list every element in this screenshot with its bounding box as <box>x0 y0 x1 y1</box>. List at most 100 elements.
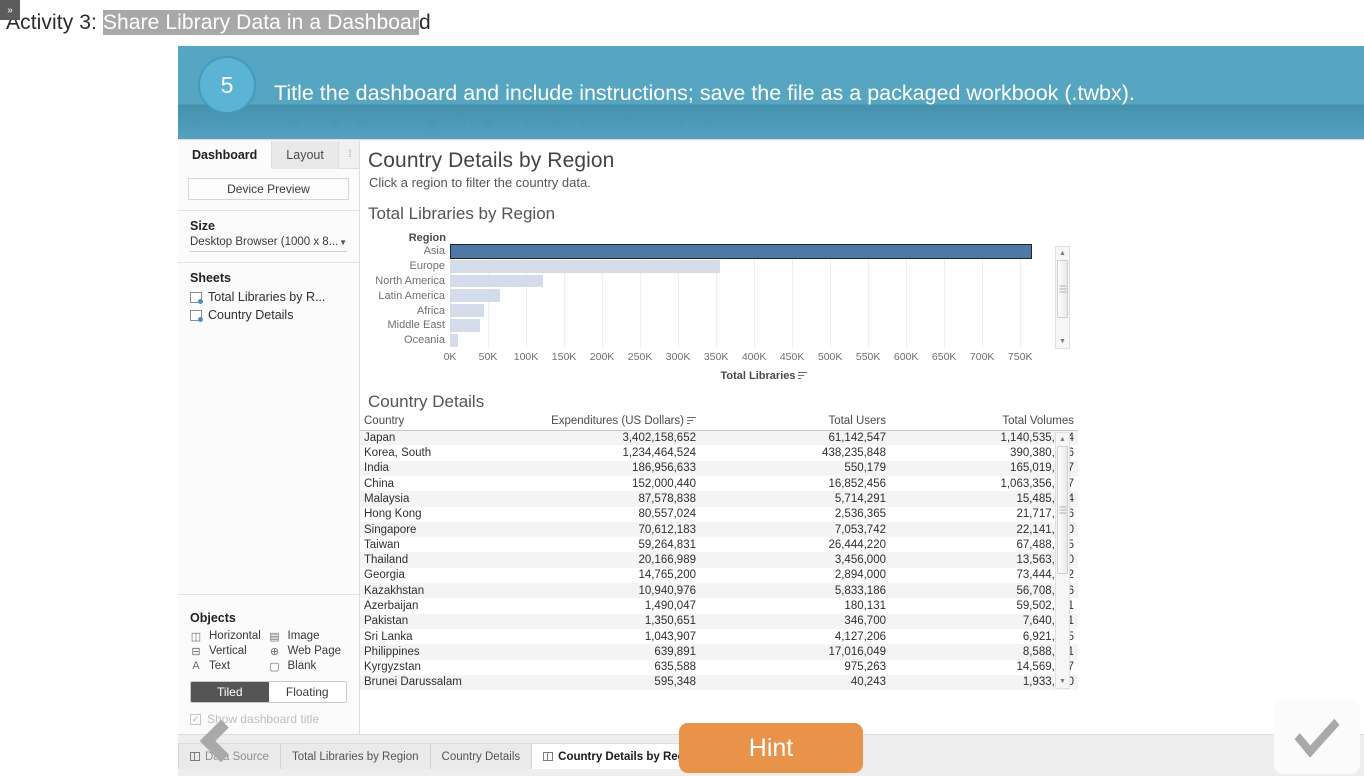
cell-value: 59,502,341 <box>890 598 1078 613</box>
previous-step-button[interactable] <box>188 710 246 772</box>
table-row[interactable]: Thailand20,166,9893,456,00013,563,180 <box>360 552 1078 567</box>
table-row[interactable]: Malaysia87,578,8385,714,29115,485,584 <box>360 491 1078 506</box>
chart-bar-row[interactable]: Oceania <box>360 333 1078 348</box>
sheet-item-total-libraries[interactable]: Total Libraries by R... <box>178 288 359 306</box>
object-web-page[interactable]: ⊕ Web Page <box>269 645 348 657</box>
table-row[interactable]: Taiwan59,264,83126,444,22067,488,825 <box>360 537 1078 552</box>
size-select[interactable]: Desktop Browser (1000 x 8... ▼ <box>190 236 347 252</box>
chart-bar-label[interactable]: Europe <box>360 260 450 272</box>
column-header-expenditures[interactable]: Expenditures (US Dollars) <box>510 414 700 431</box>
chart-bar[interactable] <box>450 319 480 332</box>
scrollbar-track[interactable] <box>1056 260 1069 335</box>
column-header-total-users[interactable]: Total Users <box>700 414 890 431</box>
tab-country-details[interactable]: Country Details <box>431 743 533 769</box>
cell-value: 6,921,395 <box>890 629 1078 644</box>
table-row[interactable]: Brunei Darussalam595,34840,2431,933,400 <box>360 675 1078 690</box>
table-row[interactable]: Kyrgyzstan635,588975,26314,569,327 <box>360 660 1078 675</box>
activity-title-tail: d <box>419 11 431 34</box>
column-header-country[interactable]: Country <box>360 414 510 431</box>
table-row[interactable]: India186,956,633550,179165,019,177 <box>360 461 1078 476</box>
chart-bar[interactable] <box>450 260 720 273</box>
object-vertical[interactable]: ⊟ Vertical <box>190 645 269 657</box>
cell-country: Korea, South <box>360 445 510 460</box>
scroll-up-icon[interactable]: ▲ <box>1056 433 1069 446</box>
table-row[interactable]: Japan3,402,158,65261,142,5471,140,535,65… <box>360 430 1078 445</box>
table-row[interactable]: Hong Kong80,557,0242,536,36521,717,206 <box>360 507 1078 522</box>
chart-bar-label[interactable]: Oceania <box>360 334 450 346</box>
sort-icon[interactable] <box>798 372 807 380</box>
chart-bar-row[interactable]: Middle East <box>360 318 1078 333</box>
scroll-down-icon[interactable]: ▼ <box>1056 335 1069 348</box>
chart-bar[interactable] <box>450 275 543 288</box>
chart-bar-row[interactable]: North America <box>360 274 1078 289</box>
chart-bar[interactable] <box>450 289 500 302</box>
chart-bar[interactable] <box>450 304 484 317</box>
confirm-button[interactable] <box>1274 700 1360 774</box>
tab-total-libraries-by-region[interactable]: Total Libraries by Region <box>281 743 431 769</box>
cell-value: 165,019,177 <box>890 461 1078 476</box>
cell-country: China <box>360 476 510 491</box>
object-blank[interactable]: ▢ Blank <box>269 660 348 672</box>
object-horizontal[interactable]: ◫ Horizontal <box>190 630 269 642</box>
cell-country: Kyrgyzstan <box>360 660 510 675</box>
table-row[interactable]: Philippines639,89117,016,0498,588,851 <box>360 644 1078 659</box>
chart-axis-region-label: Region <box>360 232 450 244</box>
table-vertical-scrollbar[interactable]: ▲ ▼ <box>1055 432 1070 689</box>
hint-button[interactable]: Hint <box>679 723 863 773</box>
chart-bar-label[interactable]: Africa <box>360 305 450 317</box>
scroll-up-icon[interactable]: ▲ <box>1056 247 1069 260</box>
table-row[interactable]: Sri Lanka1,043,9074,127,2066,921,395 <box>360 629 1078 644</box>
scroll-down-icon[interactable]: ▼ <box>1056 675 1069 688</box>
chart-x-tick-label: 350K <box>704 351 729 363</box>
scrollbar-grip-icon <box>1059 284 1066 295</box>
layout-mode-floating[interactable]: Floating <box>269 682 347 702</box>
cell-value: 21,717,206 <box>890 507 1078 522</box>
step-number-badge: 5 <box>198 56 256 114</box>
layout-mode-tiled[interactable]: Tiled <box>191 682 269 702</box>
table-row[interactable]: Azerbaijan1,490,047180,13159,502,341 <box>360 598 1078 613</box>
tab-layout[interactable]: Layout <box>272 141 339 169</box>
chart-x-tick-label: 500K <box>818 351 843 363</box>
cell-value: 26,444,220 <box>700 537 890 552</box>
column-header-total-volumes[interactable]: Total Volumes <box>890 414 1078 431</box>
cell-country: Hong Kong <box>360 507 510 522</box>
chart-bar-label[interactable]: Latin America <box>360 290 450 302</box>
table-row[interactable]: China152,000,44016,852,4561,063,356,687 <box>360 476 1078 491</box>
scrollbar-thumb[interactable] <box>1057 260 1068 318</box>
table-row[interactable]: Kazakhstan10,940,9765,833,18656,708,266 <box>360 583 1078 598</box>
cell-value: 3,456,000 <box>700 552 890 567</box>
more-options-icon[interactable]: ⁞ <box>341 141 359 168</box>
scrollbar-track[interactable] <box>1056 446 1069 675</box>
table-row[interactable]: Pakistan1,350,651346,7007,640,141 <box>360 614 1078 629</box>
worksheet-icon <box>190 292 202 303</box>
cell-value: 70,612,183 <box>510 522 700 537</box>
chart-bar-label[interactable]: North America <box>360 275 450 287</box>
expander-button[interactable]: » <box>0 0 20 20</box>
chart-bar[interactable] <box>450 244 1032 259</box>
object-text[interactable]: A Text <box>190 660 269 672</box>
chart-bar[interactable] <box>450 334 458 347</box>
horizontal-container-icon: ◫ <box>190 630 202 642</box>
device-preview-button[interactable]: Device Preview <box>188 178 349 200</box>
scrollbar-thumb[interactable] <box>1057 446 1068 574</box>
dashboard-title: Country Details by Region <box>360 141 1364 173</box>
chart-bar-row[interactable]: Latin America <box>360 288 1078 303</box>
cell-country: Pakistan <box>360 614 510 629</box>
sort-icon[interactable] <box>687 417 696 425</box>
object-image[interactable]: ▤ Image <box>269 630 348 642</box>
tab-dashboard[interactable]: Dashboard <box>178 141 272 169</box>
table-header-row: Country Expenditures (US Dollars) Total … <box>360 414 1078 431</box>
chart-bar-row[interactable]: Asia <box>360 244 1078 259</box>
cell-value: 7,640,141 <box>890 614 1078 629</box>
chart-bar-row[interactable]: Europe <box>360 259 1078 274</box>
chart-vertical-scrollbar[interactable]: ▲ ▼ <box>1055 246 1070 349</box>
table-row[interactable]: Korea, South1,234,464,524438,235,848390,… <box>360 445 1078 460</box>
cell-value: 17,016,049 <box>700 644 890 659</box>
chart-bar-row[interactable]: Africa <box>360 303 1078 318</box>
sheet-item-country-details[interactable]: Country Details <box>178 306 359 324</box>
chart-bar-label[interactable]: Asia <box>360 245 450 257</box>
cell-value: 2,894,000 <box>700 568 890 583</box>
table-row[interactable]: Singapore70,612,1837,053,74222,141,600 <box>360 522 1078 537</box>
chart-bar-label[interactable]: Middle East <box>360 319 450 331</box>
table-row[interactable]: Georgia14,765,2002,894,00073,444,582 <box>360 568 1078 583</box>
